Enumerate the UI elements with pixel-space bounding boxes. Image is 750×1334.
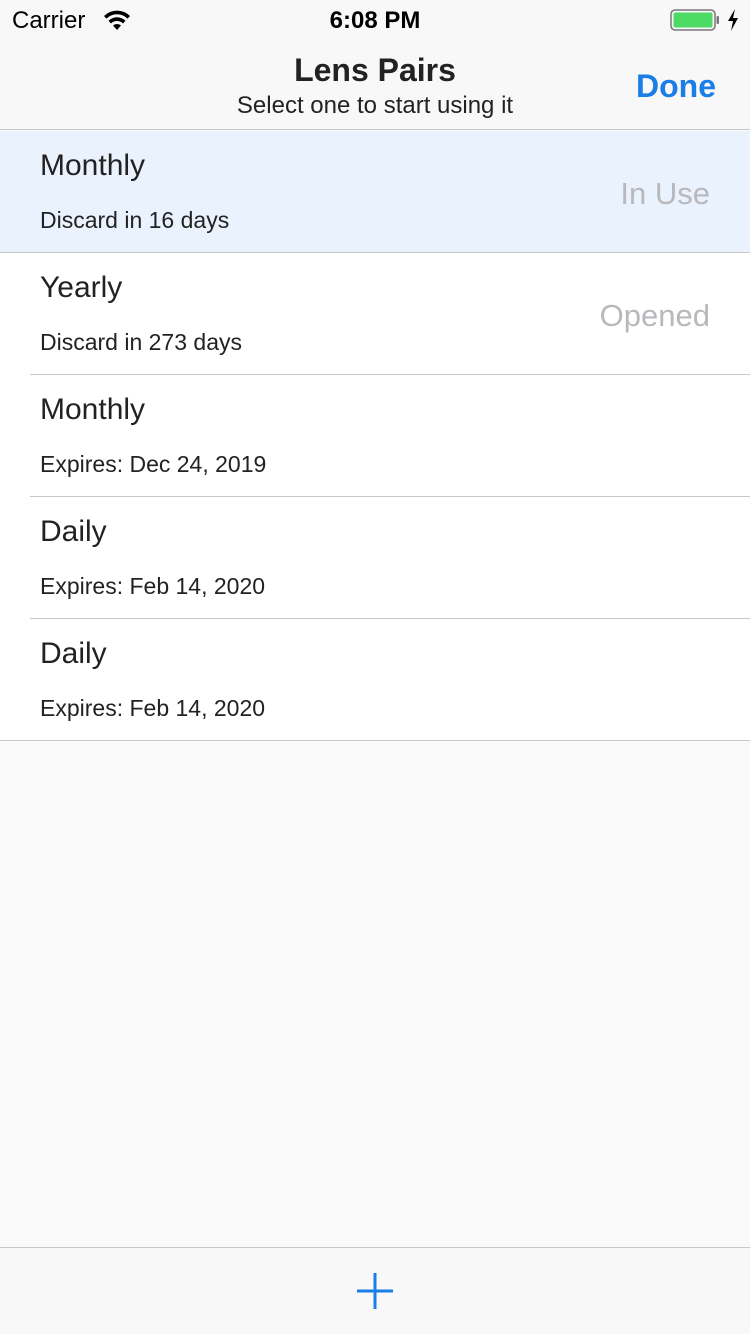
lens-pair-status: Opened	[599, 298, 710, 333]
lens-pair-detail: Discard in 16 days	[40, 207, 230, 233]
lens-pair-title: Monthly	[40, 393, 146, 426]
status-bar: Carrier 6:08 PM	[0, 0, 750, 40]
lens-pair-detail: Expires: Feb 14, 2020	[40, 573, 266, 599]
plus-icon[interactable]	[356, 1272, 394, 1310]
lens-pair-title: Yearly	[40, 271, 123, 304]
lens-pair-row[interactable]: Monthly Expires: Dec 24, 2019	[0, 375, 750, 496]
lens-pair-title: Monthly	[40, 149, 146, 182]
bottom-toolbar	[0, 1247, 750, 1334]
lens-pair-row[interactable]: Yearly Discard in 273 days Opened	[0, 253, 750, 374]
lens-pair-detail: Discard in 273 days	[40, 329, 242, 355]
lens-pair-title: Daily	[40, 637, 107, 670]
lens-pair-detail: Expires: Feb 14, 2020	[40, 695, 266, 721]
bolt-icon	[728, 9, 738, 31]
lens-pair-detail: Expires: Dec 24, 2019	[40, 451, 267, 477]
lens-pair-row[interactable]: Daily Expires: Feb 14, 2020	[0, 619, 750, 740]
battery-icon	[670, 9, 719, 31]
lens-pair-row[interactable]: Daily Expires: Feb 14, 2020	[0, 497, 750, 618]
lens-pair-title: Daily	[40, 515, 107, 548]
lens-pair-row[interactable]: Monthly Discard in 16 days In Use	[0, 131, 750, 252]
done-button[interactable]: Done	[636, 68, 716, 105]
navigation-bar: Lens Pairs Select one to start using it …	[0, 40, 750, 130]
lens-pair-status: In Use	[620, 176, 710, 211]
lens-pair-list: Monthly Discard in 16 days In Use Yearly…	[0, 131, 750, 741]
clock: 6:08 PM	[329, 7, 421, 34]
